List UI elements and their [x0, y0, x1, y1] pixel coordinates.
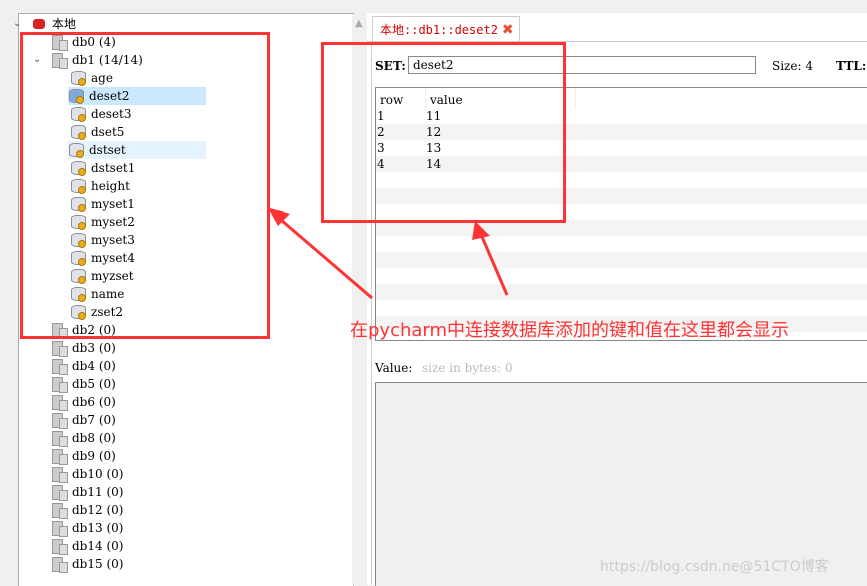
arrow-up-head: [472, 221, 490, 240]
annotation-arrows: [268, 208, 509, 300]
watermark: https://blog.csdn.ne@51CTO博客: [600, 559, 829, 575]
arrow-up-line: [478, 231, 509, 296]
annotation-text: 在pycharm中连接数据库添加的键和值在这里都会显示: [350, 320, 790, 341]
arrow-left-line: [273, 212, 373, 300]
